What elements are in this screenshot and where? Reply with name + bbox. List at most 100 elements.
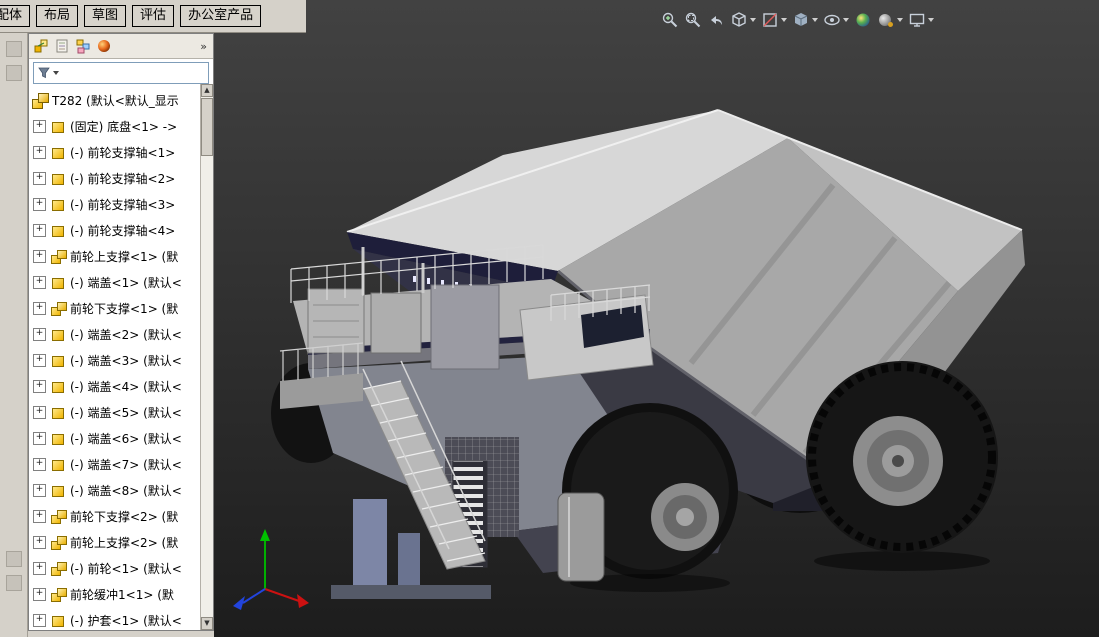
tree-item-label: T282 (默认<默认_显示 xyxy=(52,93,179,108)
tree-filter[interactable] xyxy=(33,62,209,84)
graphics-viewport[interactable] xyxy=(213,33,1099,637)
expand-toggle[interactable]: + xyxy=(33,145,46,159)
tree-item[interactable]: + (-) 护套<1> (默认< xyxy=(29,607,213,631)
dropdown-arrow-icon[interactable] xyxy=(843,18,849,22)
panel-bottom-strip xyxy=(28,631,214,637)
expand-toggle[interactable]: + xyxy=(33,353,46,367)
expand-toggle[interactable]: + xyxy=(33,405,46,419)
part-icon xyxy=(50,379,66,394)
expand-toggle[interactable]: + xyxy=(33,301,46,315)
expand-toggle[interactable]: + xyxy=(33,483,46,497)
tree-item[interactable]: T282 (默认<默认_显示 xyxy=(29,87,213,113)
tree-item[interactable]: + (-) 端盖<8> (默认< xyxy=(29,477,213,503)
propertymanager-icon[interactable] xyxy=(54,38,70,54)
display-style-button[interactable] xyxy=(791,10,819,30)
expand-toggle[interactable]: + xyxy=(33,171,46,185)
expand-toggle[interactable]: + xyxy=(33,119,46,133)
collapsed-toolbar-icon xyxy=(5,551,22,567)
tree-item[interactable]: + (-) 端盖<4> (默认< xyxy=(29,373,213,399)
panel-overflow-chevrons[interactable]: » xyxy=(200,40,209,53)
tree-item-label: (-) 端盖<2> (默认< xyxy=(70,327,182,342)
zoom-to-fit-button[interactable] xyxy=(660,10,680,30)
expand-toggle[interactable]: + xyxy=(33,197,46,211)
tree-item[interactable]: + (-) 前轮支撑轴<2> xyxy=(29,165,213,191)
tab-sketch[interactable]: 草图 xyxy=(84,5,127,27)
expand-toggle[interactable]: + xyxy=(33,587,46,601)
tree-scrollbar[interactable]: ▲ ▼ xyxy=(200,84,213,630)
tree-item[interactable]: + 前轮下支撑<1> (默 xyxy=(29,295,213,321)
expand-toggle[interactable]: + xyxy=(33,249,46,263)
scroll-up-button[interactable]: ▲ xyxy=(201,84,213,97)
tree-item-label: (-) 前轮支撑轴<1> xyxy=(70,145,176,160)
viewport-3d-model[interactable] xyxy=(213,33,1099,637)
featuremanager-header: » xyxy=(29,34,213,59)
expand-toggle[interactable]: + xyxy=(33,223,46,237)
dropdown-arrow-icon[interactable] xyxy=(781,18,787,22)
part-icon xyxy=(50,613,66,628)
configurationmanager-icon[interactable] xyxy=(75,38,91,54)
tab-evaluate[interactable]: 评估 xyxy=(132,5,175,27)
expand-toggle[interactable]: + xyxy=(33,379,46,393)
edit-appearance-button[interactable] xyxy=(853,10,873,30)
tree-item[interactable]: + (-) 端盖<1> (默认< xyxy=(29,269,213,295)
tree-item[interactable]: + (-) 前轮支撑轴<3> xyxy=(29,191,213,217)
view-settings-button[interactable] xyxy=(907,10,935,30)
tree-item-label: 前轮上支撑<2> (默 xyxy=(70,535,179,550)
scroll-down-button[interactable]: ▼ xyxy=(201,617,213,630)
featuremanager-tree-icon[interactable] xyxy=(33,38,49,54)
expand-toggle[interactable]: + xyxy=(33,561,46,575)
expand-toggle[interactable]: + xyxy=(33,509,46,523)
assembly-icon xyxy=(50,561,67,576)
tree-item[interactable]: + (-) 端盖<6> (默认< xyxy=(29,425,213,451)
tab-layout[interactable]: 布局 xyxy=(36,5,79,27)
tree-item[interactable]: + (-) 端盖<2> (默认< xyxy=(29,321,213,347)
zoom-to-area-button[interactable] xyxy=(683,10,703,30)
tree-item[interactable]: + 前轮上支撑<1> (默 xyxy=(29,243,213,269)
tree-item[interactable]: + 前轮下支撑<2> (默 xyxy=(29,503,213,529)
assembly-icon xyxy=(50,301,67,316)
section-view-button[interactable] xyxy=(760,10,788,30)
tree-item-label: (-) 端盖<8> (默认< xyxy=(70,483,182,498)
expand-toggle[interactable]: + xyxy=(33,457,46,471)
expand-toggle[interactable]: + xyxy=(33,275,46,289)
part-icon xyxy=(50,223,66,238)
expand-toggle[interactable]: + xyxy=(33,613,46,627)
tree-item[interactable]: + (-) 前轮<1> (默认< xyxy=(29,555,213,581)
apply-scene-button[interactable] xyxy=(876,10,904,30)
previous-view-button[interactable] xyxy=(706,10,726,30)
dropdown-arrow-icon[interactable] xyxy=(750,18,756,22)
dropdown-arrow-icon[interactable] xyxy=(897,18,903,22)
tree-item[interactable]: + (-) 前轮支撑轴<4> xyxy=(29,217,213,243)
tree-item[interactable]: + 前轮缓冲1<1> (默 xyxy=(29,581,213,607)
tree-item[interactable]: + (-) 前轮支撑轴<1> xyxy=(29,139,213,165)
part-icon xyxy=(50,405,66,420)
tree-item-label: 前轮上支撑<1> (默 xyxy=(70,249,179,264)
orientation-triad xyxy=(233,529,309,610)
tree-item[interactable]: + (-) 端盖<7> (默认< xyxy=(29,451,213,477)
tree-item[interactable]: + (固定) 底盘<1> -> xyxy=(29,113,213,139)
expand-toggle[interactable]: + xyxy=(33,431,46,445)
part-icon xyxy=(50,119,66,134)
tree-item-label: (-) 前轮支撑轴<4> xyxy=(70,223,176,238)
view-orientation-button[interactable] xyxy=(729,10,757,30)
expand-toggle[interactable]: + xyxy=(33,535,46,549)
tree-item[interactable]: + (-) 端盖<3> (默认< xyxy=(29,347,213,373)
tab-assembly[interactable]: 配体 xyxy=(0,5,31,27)
part-icon xyxy=(50,197,66,212)
expand-toggle[interactable]: + xyxy=(33,327,46,341)
appearances-icon[interactable] xyxy=(96,38,112,54)
filter-dropdown-arrow[interactable] xyxy=(53,71,59,75)
filter-funnel-icon xyxy=(38,67,50,79)
part-icon xyxy=(50,145,66,160)
tree-item-label: (-) 端盖<7> (默认< xyxy=(70,457,182,472)
tree-item-label: (-) 端盖<3> (默认< xyxy=(70,353,182,368)
tree-item[interactable]: + 前轮上支撑<2> (默 xyxy=(29,529,213,555)
tree-item-label: (-) 前轮支撑轴<3> xyxy=(70,197,176,212)
dropdown-arrow-icon[interactable] xyxy=(928,18,934,22)
scroll-thumb[interactable] xyxy=(201,98,213,156)
dropdown-arrow-icon[interactable] xyxy=(812,18,818,22)
tab-office[interactable]: 办公室产品 xyxy=(180,5,262,27)
tree-item-label: (-) 前轮支撑轴<2> xyxy=(70,171,176,186)
hide-show-items-button[interactable] xyxy=(822,10,850,30)
tree-item[interactable]: + (-) 端盖<5> (默认< xyxy=(29,399,213,425)
